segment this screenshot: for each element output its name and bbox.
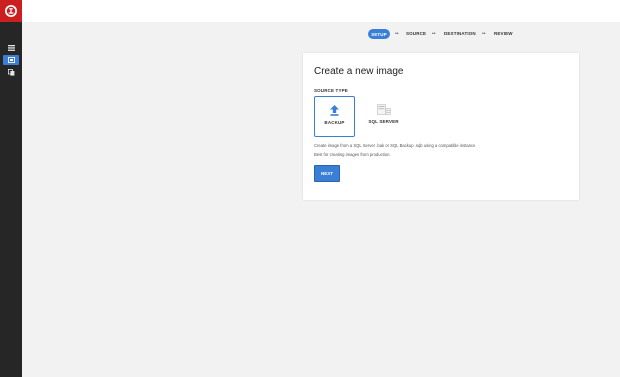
sidebar-item-list[interactable]: [3, 43, 19, 53]
source-option-sql-server[interactable]: SQL SERVER: [363, 96, 404, 137]
next-button[interactable]: NEXT: [314, 165, 340, 182]
step-separator: ••: [482, 31, 486, 37]
top-bar: [22, 0, 620, 22]
app-logo[interactable]: [0, 0, 22, 22]
sidebar-item-images[interactable]: [3, 55, 19, 65]
source-type-label: SOURCE TYPE: [314, 88, 348, 93]
wizard-stepper: SETUP •• SOURCE •• DESTINATION •• REVIEW: [0, 28, 620, 40]
source-description: Create image from a SQL Server .bak or S…: [314, 143, 476, 148]
source-option-label: BACKUP: [324, 120, 345, 125]
sql-server-icon: [376, 104, 391, 115]
source-description-note: Best for creating images from production…: [314, 152, 391, 157]
source-option-backup[interactable]: BACKUP: [314, 96, 355, 137]
step-source[interactable]: SOURCE: [406, 31, 426, 36]
step-destination[interactable]: DESTINATION: [444, 31, 476, 36]
sidebar-item-clones[interactable]: [3, 67, 19, 77]
copy-icon: [7, 68, 14, 76]
image-icon: [7, 57, 15, 63]
source-option-label: SQL SERVER: [368, 119, 399, 124]
step-separator: ••: [395, 31, 399, 37]
step-review[interactable]: REVIEW: [494, 31, 513, 36]
sidebar: [0, 22, 22, 377]
page-title: Create a new image: [314, 66, 404, 77]
step-setup[interactable]: SETUP: [368, 29, 390, 39]
create-image-card: Create a new image SOURCE TYPE BACKUP SQ…: [303, 53, 579, 200]
redgate-logo-icon: [5, 5, 17, 17]
list-icon: [7, 45, 15, 51]
upload-icon: [330, 105, 339, 116]
step-separator: ••: [432, 31, 436, 37]
